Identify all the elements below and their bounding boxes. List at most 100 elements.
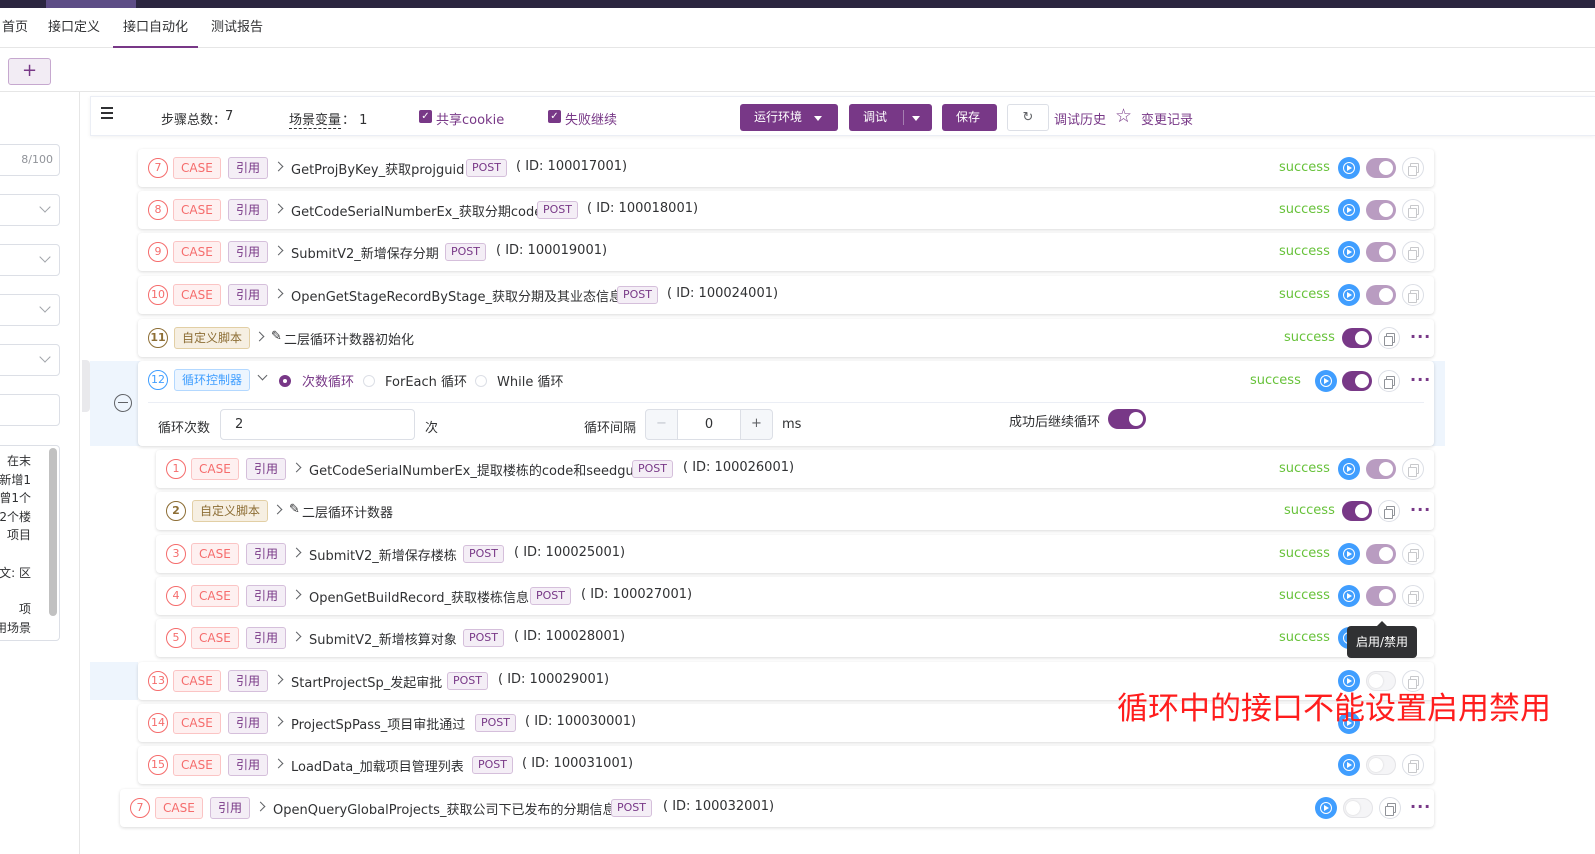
module-select[interactable] [0, 194, 60, 226]
chevron-down-icon[interactable] [257, 370, 268, 381]
enable-toggle[interactable] [1366, 755, 1396, 775]
continue-on-fail-checkbox[interactable]: ✓ [548, 110, 561, 123]
decrement-button[interactable]: − [646, 410, 678, 439]
menu-icon[interactable] [101, 107, 113, 119]
loop-controller[interactable]: 12 循环控制器 次数循环 ForEach 循环 While 循环 succes… [138, 361, 1434, 446]
loop-child-row[interactable]: 4 CASE 引用 OpenGetBuildRecord_获取楼栋信息 POST… [156, 577, 1434, 615]
edit-icon[interactable]: ✎ [289, 502, 300, 517]
enable-toggle[interactable] [1366, 200, 1396, 220]
copy-icon[interactable] [1402, 754, 1424, 776]
chevron-right-icon[interactable] [273, 203, 284, 214]
share-cookie-label[interactable]: 共享cookie [436, 109, 504, 128]
collapse-minus-icon[interactable] [114, 394, 132, 412]
loop-child-row[interactable]: 1 CASE 引用 GetCodeSerialNumberEx_提取楼栋的cod… [156, 450, 1434, 488]
scenario-variables-link[interactable]: 场景变量 [289, 109, 342, 129]
share-cookie-checkbox[interactable]: ✓ [419, 110, 432, 123]
step-row[interactable]: 10 CASE 引用 OpenGetStageRecordByStage_获取分… [138, 276, 1434, 314]
tab-home[interactable]: 首页 [2, 8, 28, 48]
edit-icon[interactable]: ✎ [271, 329, 282, 344]
chevron-right-icon[interactable] [291, 462, 302, 473]
step-row[interactable]: 7 CASE 引用 GetProjByKey_获取projguid POST (… [138, 149, 1434, 187]
while-loop-radio[interactable] [475, 375, 487, 387]
tags-input[interactable] [0, 394, 60, 426]
continue-after-success-toggle[interactable] [1108, 409, 1146, 429]
chevron-right-icon[interactable] [291, 589, 302, 600]
foreach-loop-label[interactable]: ForEach 循环 [385, 371, 467, 390]
enable-toggle[interactable] [1366, 285, 1396, 305]
step-row[interactable]: 7 CASE 引用 OpenQueryGlobalProjects_获取公司下已… [120, 789, 1434, 827]
more-icon[interactable]: ··· [1410, 500, 1431, 519]
run-step-icon[interactable] [1315, 797, 1337, 819]
increment-button[interactable]: + [740, 410, 772, 439]
copy-icon[interactable] [1402, 241, 1424, 263]
copy-icon[interactable] [1378, 370, 1400, 392]
enable-toggle[interactable] [1366, 242, 1396, 262]
run-step-icon[interactable] [1338, 585, 1360, 607]
star-icon[interactable]: ☆ [1115, 105, 1132, 127]
enable-toggle[interactable] [1366, 544, 1396, 564]
loop-child-row[interactable]: 5 CASE 引用 SubmitV2_新增核算对象 POST ( ID: 100… [156, 619, 1434, 657]
foreach-loop-radio[interactable] [363, 375, 375, 387]
step-row[interactable]: 15 CASE 引用 LoadData_加载项目管理列表 POST ( ID: … [138, 746, 1434, 784]
copy-icon[interactable] [1402, 543, 1424, 565]
tab-test-report[interactable]: 测试报告 [211, 8, 263, 48]
textarea-scrollbar[interactable] [49, 448, 57, 616]
continue-on-fail-label[interactable]: 失败继续 [565, 109, 617, 128]
copy-icon[interactable] [1402, 458, 1424, 480]
status-select[interactable] [0, 244, 60, 276]
loop-interval-stepper[interactable]: − 0 + [645, 409, 773, 440]
chevron-right-icon[interactable] [273, 716, 284, 727]
copy-icon[interactable] [1378, 500, 1400, 522]
debug-history-link[interactable]: 调试历史 [1054, 109, 1106, 128]
tab-api-definition[interactable]: 接口定义 [48, 8, 100, 48]
step-row[interactable]: 8 CASE 引用 GetCodeSerialNumberEx_获取分期code… [138, 191, 1434, 229]
more-icon[interactable]: ··· [1410, 327, 1431, 346]
run-step-icon[interactable] [1338, 157, 1360, 179]
enable-toggle[interactable] [1366, 459, 1396, 479]
copy-icon[interactable] [1378, 327, 1400, 349]
chevron-right-icon[interactable] [273, 758, 284, 769]
loop-child-script-row[interactable]: 2 自定义脚本 ✎ 二层循环计数器 success ··· [156, 492, 1434, 530]
caret-down-icon[interactable] [912, 116, 920, 121]
run-step-icon[interactable] [1338, 543, 1360, 565]
copy-icon[interactable] [1402, 585, 1424, 607]
debug-button[interactable]: 调试 [849, 104, 932, 131]
step-row[interactable]: 9 CASE 引用 SubmitV2_新增保存分期 POST ( ID: 100… [138, 233, 1434, 271]
chevron-right-icon[interactable] [273, 245, 284, 256]
run-environment-button[interactable]: 运行环境 [740, 104, 838, 131]
loop-count-input[interactable]: 2 [220, 409, 415, 440]
chevron-right-icon[interactable] [255, 801, 266, 812]
chevron-right-icon[interactable] [273, 161, 284, 172]
while-loop-label[interactable]: While 循环 [497, 371, 563, 390]
copy-icon[interactable] [1402, 199, 1424, 221]
more-icon[interactable]: ··· [1410, 370, 1431, 389]
level-select[interactable] [0, 344, 60, 376]
chevron-right-icon[interactable] [291, 547, 302, 558]
enable-toggle[interactable] [1342, 501, 1372, 521]
enable-toggle[interactable] [1343, 798, 1373, 818]
count-loop-label[interactable]: 次数循环 [302, 371, 354, 390]
run-step-icon[interactable] [1338, 458, 1360, 480]
description-textarea[interactable]: 在末 新增1 曾1个 2个楼 项目 文: 区 项 用场景 [0, 445, 60, 641]
change-log-link[interactable]: 变更记录 [1141, 109, 1193, 128]
run-step-icon[interactable] [1338, 241, 1360, 263]
enable-toggle[interactable] [1342, 371, 1372, 391]
run-step-icon[interactable] [1315, 370, 1337, 392]
copy-icon[interactable] [1402, 157, 1424, 179]
enable-toggle[interactable] [1366, 158, 1396, 178]
run-step-icon[interactable] [1338, 199, 1360, 221]
scenario-name-input[interactable]: 8/100 [0, 144, 60, 176]
chevron-right-icon[interactable] [291, 631, 302, 642]
copy-icon[interactable] [1402, 284, 1424, 306]
chevron-right-icon[interactable] [273, 674, 284, 685]
principal-select[interactable] [0, 294, 60, 326]
run-step-icon[interactable] [1338, 754, 1360, 776]
add-scenario-button[interactable]: + [8, 58, 51, 85]
script-step-row[interactable]: 11 自定义脚本 ✎ 二层循环计数器初始化 success ··· [138, 319, 1434, 357]
chevron-right-icon[interactable] [272, 504, 283, 515]
loop-interval-value[interactable]: 0 [678, 410, 740, 439]
count-loop-radio[interactable] [279, 375, 291, 387]
save-button[interactable]: 保存 [942, 104, 997, 131]
more-icon[interactable]: ··· [1410, 797, 1431, 816]
copy-icon[interactable] [1379, 797, 1401, 819]
